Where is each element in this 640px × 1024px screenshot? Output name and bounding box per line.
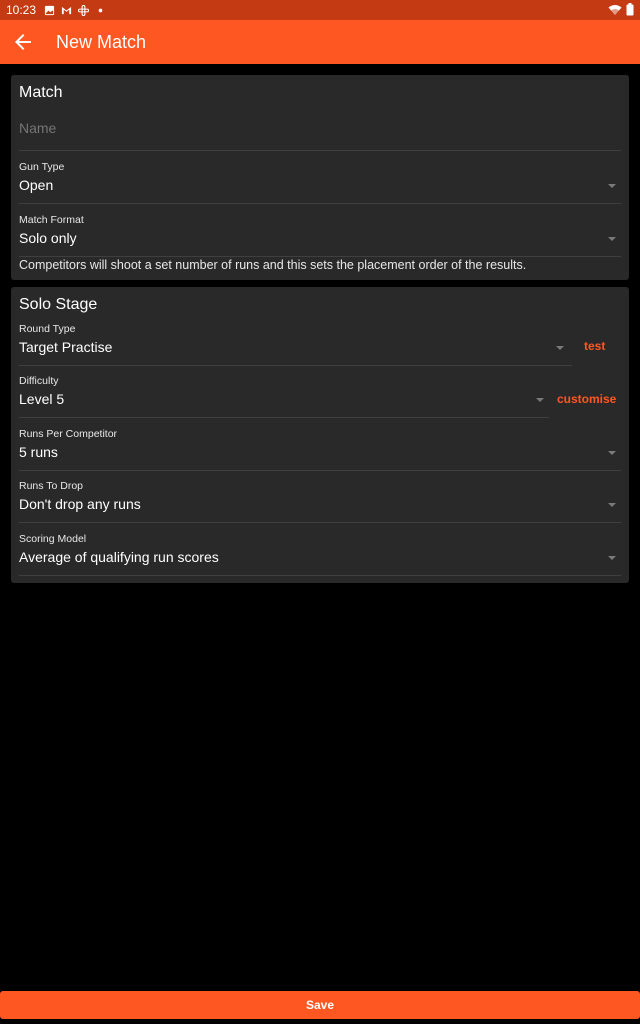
chevron-down-icon [608, 237, 616, 241]
name-input[interactable] [19, 117, 621, 139]
runs-per-competitor-select[interactable]: Runs Per Competitor 5 runs [19, 428, 621, 472]
gun-type-label: Gun Type [19, 161, 65, 173]
match-format-label: Match Format [19, 214, 84, 226]
chevron-down-icon [608, 184, 616, 188]
solo-stage-section-title: Solo Stage [19, 296, 98, 313]
status-system-icons [608, 3, 634, 16]
name-field[interactable] [19, 117, 621, 153]
round-type-select[interactable]: Round Type Target Practise [19, 323, 572, 367]
chevron-down-icon [608, 556, 616, 560]
customise-button[interactable]: customise [557, 392, 616, 406]
gmail-notification-icon [61, 6, 72, 14]
scoring-model-value: Average of qualifying run scores [19, 549, 219, 565]
match-format-description: Competitors will shoot a set number of r… [19, 258, 527, 272]
runs-to-drop-value: Don't drop any runs [19, 496, 141, 512]
round-type-underline [19, 365, 572, 366]
scoring-model-select[interactable]: Scoring Model Average of qualifying run … [19, 533, 621, 577]
round-type-value: Target Practise [19, 339, 113, 355]
difficulty-label: Difficulty [19, 375, 59, 387]
gun-type-value: Open [19, 177, 54, 193]
name-underline [19, 150, 621, 151]
test-button[interactable]: test [584, 339, 605, 353]
save-button[interactable]: Save [0, 991, 640, 1019]
gun-type-select[interactable]: Gun Type Open [19, 161, 621, 205]
chevron-down-icon [608, 503, 616, 507]
status-time: 10:23 [6, 3, 37, 17]
difficulty-underline [19, 417, 549, 418]
runs-to-drop-underline [19, 522, 621, 523]
runs-per-competitor-underline [19, 470, 621, 471]
match-format-underline [19, 256, 621, 257]
page-title: New Match [56, 31, 147, 52]
match-format-select[interactable]: Match Format Solo only [19, 214, 621, 258]
scoring-model-underline [19, 575, 621, 576]
wifi-icon [608, 4, 622, 15]
status-notification-icons [44, 4, 106, 16]
slack-notification-icon [78, 4, 90, 16]
back-arrow-icon[interactable] [11, 30, 35, 54]
solo-stage-card: Solo Stage Round Type Target Practise te… [11, 287, 629, 583]
dot-notification-icon [98, 8, 103, 12]
runs-per-competitor-label: Runs Per Competitor [19, 428, 118, 440]
battery-icon [626, 3, 634, 16]
chevron-down-icon [608, 451, 616, 455]
runs-to-drop-label: Runs To Drop [19, 480, 84, 492]
chevron-down-icon [536, 398, 544, 402]
gun-type-underline [19, 203, 621, 204]
match-card: Match Gun Type Open Match Format Solo on… [11, 75, 629, 280]
image-notification-icon [44, 5, 55, 15]
status-bar: 10:23 [0, 0, 640, 20]
runs-to-drop-select[interactable]: Runs To Drop Don't drop any runs [19, 480, 621, 524]
difficulty-value: Level 5 [19, 391, 65, 407]
round-type-label: Round Type [19, 323, 76, 335]
match-format-value: Solo only [19, 230, 77, 246]
difficulty-select[interactable]: Difficulty Level 5 [19, 375, 549, 419]
chevron-down-icon [556, 346, 564, 350]
runs-per-competitor-value: 5 runs [19, 444, 58, 460]
scoring-model-label: Scoring Model [19, 533, 87, 545]
app-bar: New Match [0, 20, 640, 64]
match-section-title: Match [19, 84, 63, 101]
